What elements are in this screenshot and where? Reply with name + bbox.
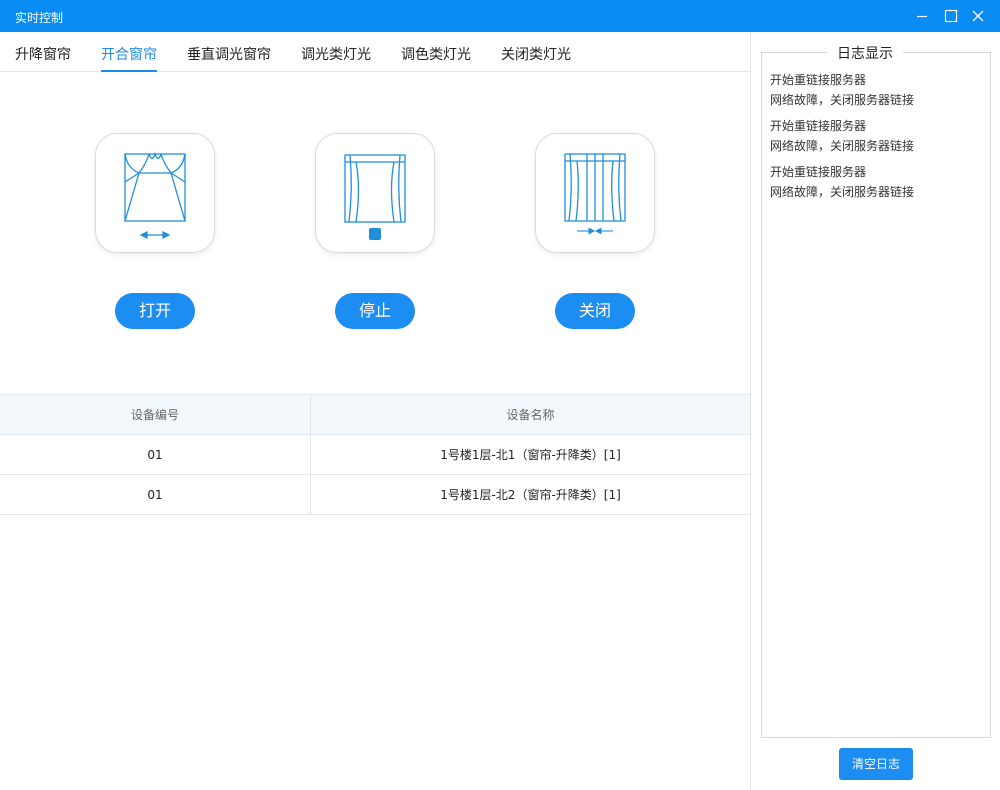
close-icon [972,10,984,22]
curtain-close-icon [564,153,626,235]
maximize-icon [944,9,958,23]
tab-bar: 升降窗帘 开合窗帘 垂直调光窗帘 调光类灯光 调色类灯光 关闭类灯光 [0,32,750,72]
table-header: 设备编号 设备名称 [0,394,750,435]
header-device-id: 设备编号 [0,395,311,434]
stop-button[interactable]: 停止 [335,293,415,329]
log-line: 网络故障，关闭服务器链接 [770,138,915,153]
close-curtain-button[interactable]: 关闭 [555,293,635,329]
tab-dimming-light[interactable]: 调光类灯光 [301,44,371,72]
maximize-button[interactable] [941,6,961,26]
curtain-stop-card[interactable] [315,133,435,253]
table-row[interactable]: 01 1号楼1层-北1（窗帘-升降类）[1] [0,435,750,475]
log-line: 开始重链接服务器 [770,119,867,133]
cell-device-name: 1号楼1层-北2（窗帘-升降类）[1] [440,488,621,502]
log-line: 网络故障，关闭服务器链接 [770,92,915,107]
minimize-icon [917,15,927,18]
control-panel: 升降窗帘 开合窗帘 垂直调光窗帘 调光类灯光 调色类灯光 关闭类灯光 打开 停止… [0,32,750,790]
tab-lift-curtain[interactable]: 升降窗帘 [15,44,71,72]
cell-device-id: 01 [0,475,311,514]
open-button[interactable]: 打开 [115,293,195,329]
curtain-open-card[interactable] [95,133,215,253]
header-device-name: 设备名称 [506,408,555,422]
tab-open-close-curtain[interactable]: 开合窗帘 [101,44,157,72]
log-line: 开始重链接服务器 [770,73,867,87]
log-line: 开始重链接服务器 [770,165,867,179]
log-title: 日志显示 [827,43,903,63]
log-panel: 日志显示 开始重链接服务器 网络故障，关闭服务器链接 开始重链接服务器 网络故障… [750,32,1000,790]
clear-log-button[interactable]: 清空日志 [839,748,913,780]
minimize-button[interactable] [912,6,932,26]
window-title: 实时控制 [15,11,64,25]
curtain-stop-icon [344,154,406,240]
log-line: 网络故障，关闭服务器链接 [770,184,915,199]
curtain-close-card[interactable] [535,133,655,253]
tab-vertical-dimming-curtain[interactable]: 垂直调光窗帘 [187,44,271,72]
cell-device-id: 01 [0,435,311,474]
tab-switch-light[interactable]: 关闭类灯光 [501,44,571,72]
table-row[interactable]: 01 1号楼1层-北2（窗帘-升降类）[1] [0,475,750,515]
log-list: 开始重链接服务器 网络故障，关闭服务器链接 开始重链接服务器 网络故障，关闭服务… [770,71,990,202]
cell-device-name: 1号楼1层-北1（窗帘-升降类）[1] [440,448,621,462]
close-button[interactable] [968,6,988,26]
tab-color-light[interactable]: 调色类灯光 [401,44,471,72]
device-table: 设备编号 设备名称 01 1号楼1层-北1（窗帘-升降类）[1] 01 1号楼1… [0,394,750,515]
title-bar: 实时控制 [0,0,1000,32]
curtain-open-icon [124,151,186,239]
